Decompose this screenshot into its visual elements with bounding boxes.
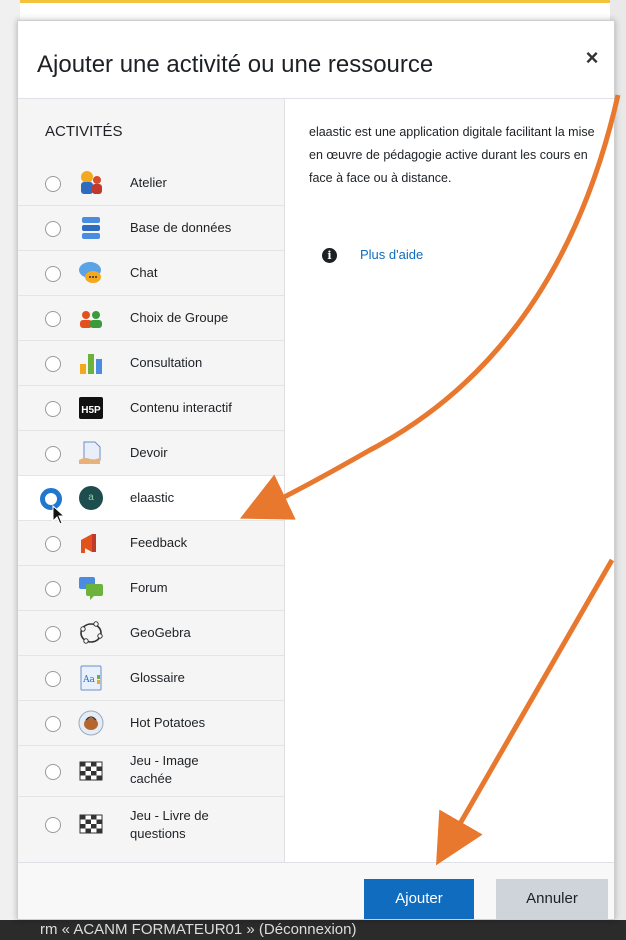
h5p-icon: H5P bbox=[79, 397, 103, 419]
forum-icon bbox=[79, 577, 103, 600]
option-geogebra[interactable]: GeoGebra bbox=[18, 611, 284, 656]
section-title: ACTIVITÉS bbox=[45, 123, 123, 140]
game-icon bbox=[79, 814, 103, 834]
svg-text:a: a bbox=[88, 492, 94, 503]
option-label: Chat bbox=[130, 265, 158, 280]
radio-button[interactable] bbox=[45, 266, 61, 282]
chat-icon bbox=[79, 262, 101, 283]
workshop-icon bbox=[81, 171, 102, 194]
assignment-icon bbox=[79, 441, 101, 464]
option-label: Contenu interactif bbox=[130, 400, 232, 415]
radio-button[interactable] bbox=[45, 221, 61, 237]
option-label: Atelier bbox=[130, 175, 167, 190]
radio-button[interactable] bbox=[45, 311, 61, 327]
option-chat[interactable]: Chat bbox=[18, 251, 284, 296]
option-label: Glossaire bbox=[130, 670, 185, 685]
option-forum[interactable]: Forum bbox=[18, 566, 284, 611]
add-button[interactable]: Ajouter bbox=[364, 879, 474, 919]
radio-button[interactable] bbox=[45, 446, 61, 462]
option-atelier[interactable]: Atelier bbox=[18, 161, 284, 206]
option-jeu-livre-de-questions[interactable]: Jeu - Livre de questions bbox=[18, 797, 284, 857]
svg-text:Aa: Aa bbox=[82, 675, 95, 685]
database-icon bbox=[82, 217, 100, 239]
info-icon: i bbox=[322, 248, 337, 263]
description-pane: elaastic est une application digitale fa… bbox=[286, 99, 614, 862]
radio-button[interactable] bbox=[45, 581, 61, 597]
geogebra-icon bbox=[80, 621, 103, 644]
svg-text:H5P: H5P bbox=[81, 405, 101, 416]
option-label: Choix de Groupe bbox=[130, 310, 229, 325]
option-label: GeoGebra bbox=[130, 625, 191, 640]
radio-button[interactable] bbox=[45, 356, 61, 372]
radio-button[interactable] bbox=[45, 671, 61, 687]
option-consultation[interactable]: Consultation bbox=[18, 341, 284, 386]
activities-list: ACTIVITÉS Atelier Base de données Chat C… bbox=[18, 99, 285, 862]
option-label: Consultation bbox=[130, 355, 203, 370]
radio-button[interactable] bbox=[45, 626, 61, 642]
option-label: Base de données bbox=[130, 220, 232, 235]
close-icon[interactable]: × bbox=[580, 46, 604, 70]
feedback-icon bbox=[81, 534, 96, 553]
glossary-icon: Aa bbox=[80, 665, 102, 691]
option-feedback[interactable]: Feedback bbox=[18, 521, 284, 566]
radio-button[interactable] bbox=[45, 536, 61, 552]
option-devoir[interactable]: Devoir bbox=[18, 431, 284, 476]
modal-header: Ajouter une activité ou une ressource × bbox=[18, 21, 614, 99]
cancel-button[interactable]: Annuler bbox=[496, 879, 608, 919]
option-label: Jeu - Livre de questions bbox=[130, 808, 209, 841]
option-label: Devoir bbox=[130, 445, 168, 460]
option-glossaire[interactable]: Aa Glossaire bbox=[18, 656, 284, 701]
background-footer-text: rm « ACANM FORMATEUR01 » (Déconnexion) bbox=[0, 920, 626, 940]
radio-button[interactable] bbox=[45, 764, 61, 780]
option-label: Feedback bbox=[130, 535, 188, 550]
group-choice-icon bbox=[80, 311, 102, 328]
activity-description: elaastic est une application digitale fa… bbox=[309, 125, 595, 185]
help-link[interactable]: Plus d'aide bbox=[360, 247, 423, 262]
modal-footer: Ajouter Annuler bbox=[18, 862, 614, 919]
option-contenu-interactif[interactable]: H5P Contenu interactif bbox=[18, 386, 284, 431]
hot-potatoes-icon bbox=[78, 710, 104, 736]
option-label: Jeu - Image cachée bbox=[130, 753, 199, 786]
radio-button[interactable] bbox=[45, 176, 61, 192]
radio-button[interactable] bbox=[45, 401, 61, 417]
consultation-icon bbox=[80, 354, 102, 374]
modal-title: Ajouter une activité ou une ressource bbox=[37, 51, 434, 78]
game-icon bbox=[79, 761, 103, 781]
radio-button[interactable] bbox=[45, 817, 61, 833]
option-label: elaastic bbox=[130, 490, 175, 505]
option-base-de-donnees[interactable]: Base de données bbox=[18, 206, 284, 251]
radio-button[interactable] bbox=[45, 716, 61, 732]
option-choix-de-groupe[interactable]: Choix de Groupe bbox=[18, 296, 284, 341]
option-label: Hot Potatoes bbox=[130, 715, 206, 730]
mouse-cursor-icon bbox=[52, 505, 66, 525]
option-label: Forum bbox=[130, 580, 168, 595]
elaastic-icon: a bbox=[79, 486, 103, 510]
option-jeu-image-cachee[interactable]: Jeu - Image cachée bbox=[18, 746, 284, 797]
add-activity-modal: Ajouter une activité ou une ressource × … bbox=[17, 20, 615, 920]
option-hot-potatoes[interactable]: Hot Potatoes bbox=[18, 701, 284, 746]
